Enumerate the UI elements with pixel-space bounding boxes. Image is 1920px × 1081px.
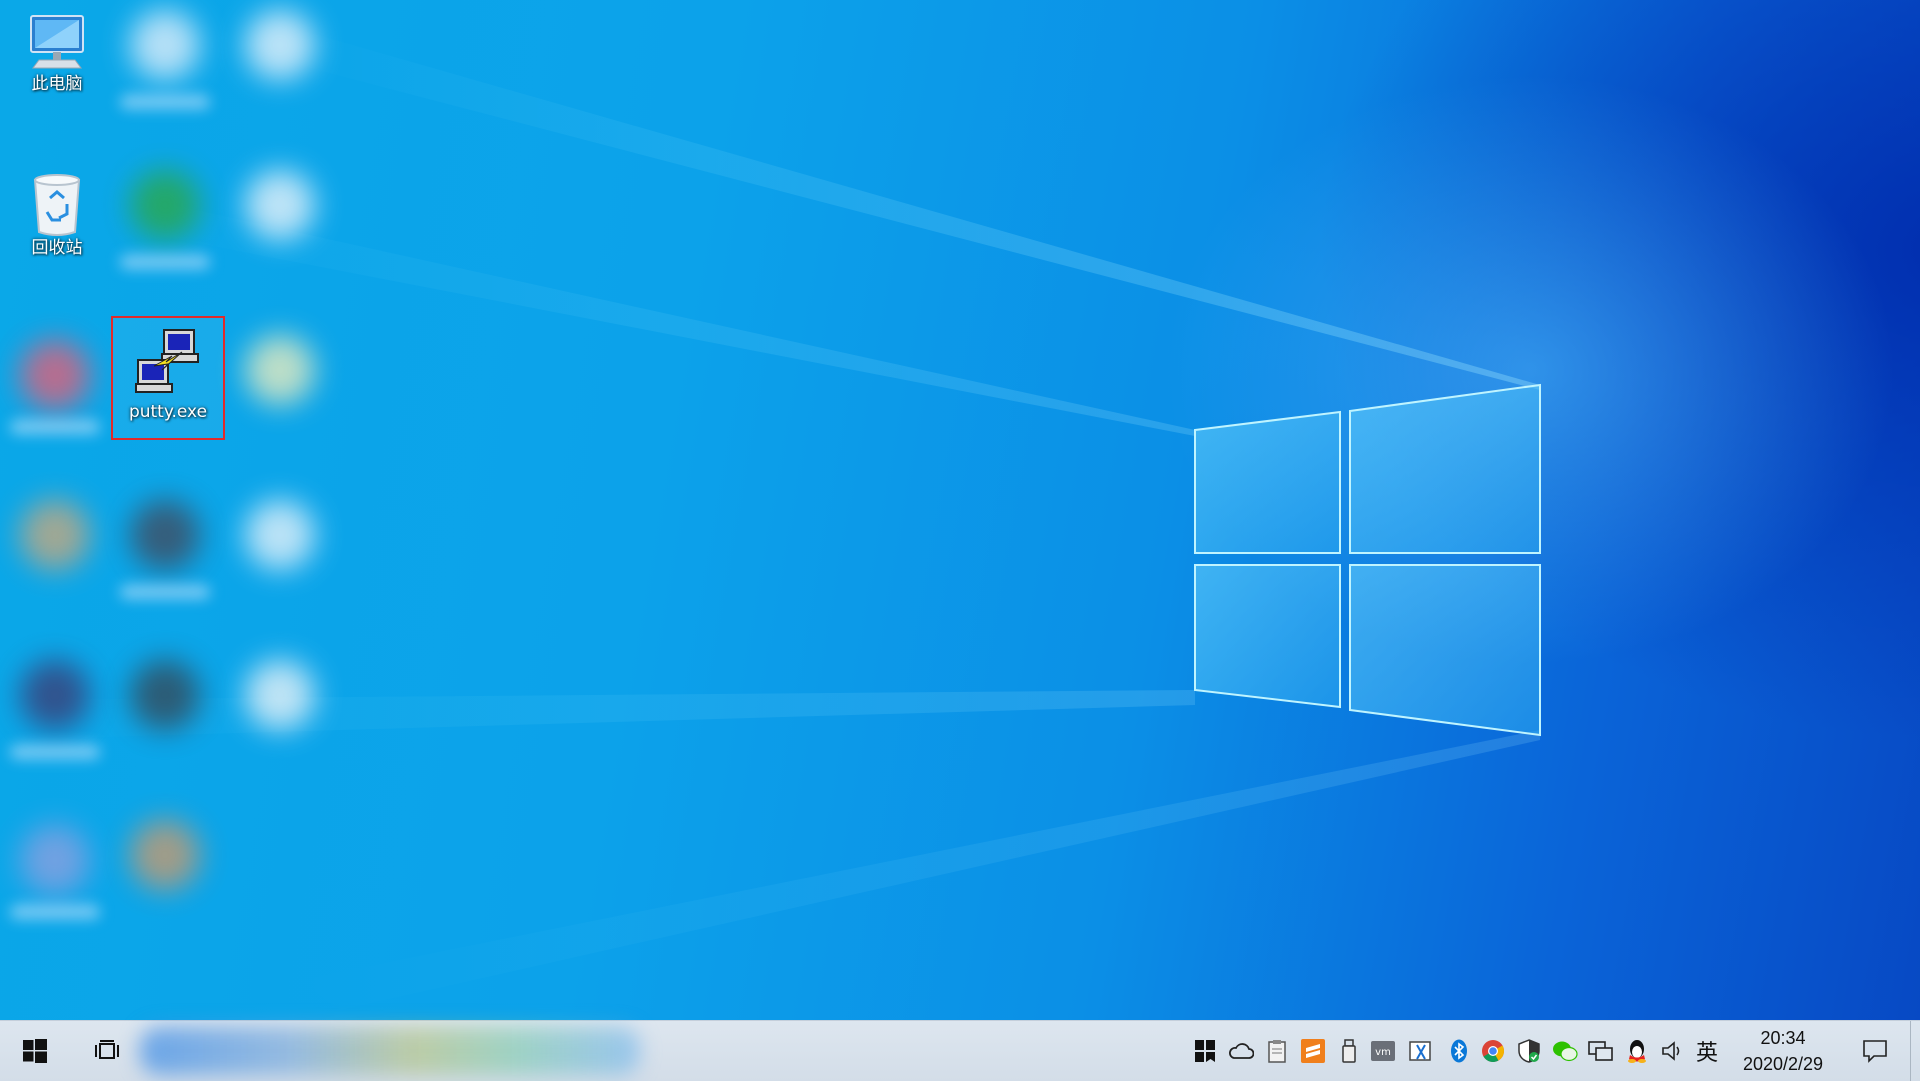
obscured-icon <box>245 335 315 405</box>
icon-label: 回收站 <box>31 238 83 258</box>
obscured-icon <box>245 660 315 730</box>
svg-text:vm: vm <box>1375 1047 1391 1058</box>
pinned-apps-obscured <box>140 1027 640 1075</box>
logo-pane-bottom-left <box>1194 564 1341 709</box>
network-icon[interactable] <box>1588 1038 1614 1064</box>
obscured-icon <box>130 660 200 730</box>
task-view-button[interactable] <box>78 1021 138 1081</box>
snipping-tool-icon[interactable] <box>1408 1038 1434 1064</box>
recycle-bin-icon <box>33 174 81 236</box>
clipboard-icon[interactable] <box>1264 1038 1290 1064</box>
task-view-icon <box>95 1040 119 1059</box>
desktop[interactable]: 此电脑 回收站 putty.exe <box>0 0 1920 1020</box>
putty-icon <box>135 329 199 393</box>
windows-start-icon <box>23 1039 47 1063</box>
obscured-icon <box>245 10 315 80</box>
obscured-icon <box>20 500 90 570</box>
sublime-icon[interactable] <box>1300 1038 1326 1064</box>
obscured-icon <box>20 660 90 730</box>
logo-pane-top-left <box>1194 410 1341 554</box>
ime-indicator[interactable]: 英 <box>1696 1035 1718 1067</box>
action-center-button[interactable] <box>1850 1021 1900 1081</box>
obscured-icon <box>130 820 200 890</box>
computer-icon <box>30 15 84 69</box>
desktop-icon-this-pc[interactable]: 此电脑 <box>2 10 112 94</box>
obscured-icon <box>130 500 200 570</box>
obscured-icon <box>245 170 315 240</box>
bluetooth-icon[interactable] <box>1446 1038 1472 1064</box>
desktop-icon-recycle-bin[interactable]: 回收站 <box>2 170 112 258</box>
obscured-icon <box>20 340 90 410</box>
chrome-icon[interactable] <box>1480 1038 1506 1064</box>
obscured-icon <box>20 825 90 895</box>
obscured-icon <box>130 10 200 80</box>
logo-pane-top-right <box>1349 383 1541 554</box>
vmware-icon[interactable]: vm <box>1370 1038 1396 1064</box>
obscured-icon <box>245 500 315 570</box>
start-button[interactable] <box>0 1021 70 1081</box>
qq-icon[interactable] <box>1624 1038 1650 1064</box>
icon-label: 此电脑 <box>31 74 83 94</box>
desktop-icon-putty[interactable]: putty.exe <box>111 316 225 440</box>
logo-pane-bottom-right <box>1349 564 1541 737</box>
clock-date: 2020/2/29 <box>1742 1054 1824 1074</box>
security-shield-icon[interactable] <box>1516 1038 1542 1064</box>
volume-icon[interactable] <box>1660 1038 1686 1064</box>
taskbar-clock[interactable]: 20:34 2020/2/29 <box>1718 1025 1848 1077</box>
obscured-icon <box>130 170 200 240</box>
wechat-icon[interactable] <box>1552 1038 1578 1064</box>
usb-drive-icon[interactable] <box>1336 1038 1362 1064</box>
taskbar: vm 英 20:34 2020/2/29 <box>0 1020 1920 1081</box>
onedrive-cloud-icon[interactable] <box>1228 1038 1254 1064</box>
show-desktop-button[interactable] <box>1910 1021 1920 1081</box>
action-center-icon <box>1863 1040 1887 1063</box>
app-tile-icon[interactable] <box>1192 1038 1218 1064</box>
clock-time: 20:34 <box>1760 1028 1806 1048</box>
icon-label: putty.exe <box>128 402 208 422</box>
